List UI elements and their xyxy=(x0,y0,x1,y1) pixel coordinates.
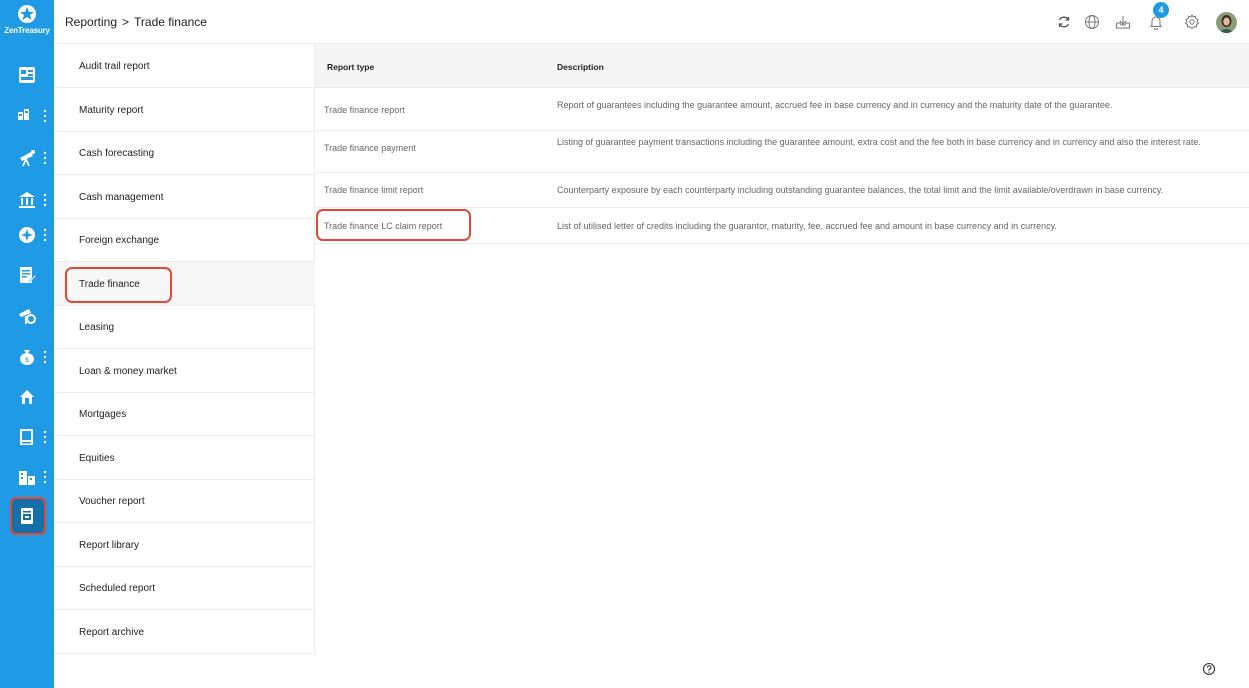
rail-item-cash-forecasting[interactable] xyxy=(0,141,54,175)
menu-item-label: Maturity report xyxy=(79,105,144,116)
report-type-cell[interactable]: Trade finance report xyxy=(324,105,405,115)
rail-item-loans[interactable]: $ xyxy=(0,340,54,374)
language-button[interactable] xyxy=(1082,12,1102,32)
rail-item-foreign-exchange[interactable] xyxy=(0,218,54,252)
description-cell: List of utilised letter of credits inclu… xyxy=(557,221,1057,231)
property-icon xyxy=(20,390,34,404)
menu-item-voucher-report[interactable]: Voucher report xyxy=(54,479,315,523)
menu-item-label: Voucher report xyxy=(79,496,145,507)
rail-item-mortgages[interactable] xyxy=(0,380,54,414)
reporting-submenu: Audit trail report Maturity report Cash … xyxy=(54,44,315,654)
ledger-icon xyxy=(20,429,33,445)
menu-item-equities[interactable]: Equities xyxy=(54,436,315,480)
trade-icon xyxy=(19,309,36,324)
column-header-report-type: Report type xyxy=(327,62,375,72)
menu-item-scheduled-report[interactable]: Scheduled report xyxy=(54,566,315,610)
avatar-image-icon xyxy=(1216,12,1237,33)
breadcrumb-reporting[interactable]: Reporting xyxy=(65,15,117,29)
more-options-icon[interactable] xyxy=(43,227,47,243)
document-edit-icon xyxy=(20,267,37,283)
table-row[interactable]: Trade finance LC claim report List of ut… xyxy=(315,208,1249,244)
svg-text:$: $ xyxy=(25,356,29,364)
menu-item-label: Mortgages xyxy=(79,409,127,420)
rail-item-trade-finance[interactable] xyxy=(0,258,54,292)
more-options-icon[interactable] xyxy=(43,349,47,365)
rail-item-companies[interactable] xyxy=(0,460,54,494)
money-bag-icon: $ xyxy=(20,350,34,365)
breadcrumb: Reporting > Trade finance xyxy=(65,15,207,29)
description-cell: Report of guarantees including the guara… xyxy=(557,100,1113,110)
settings-button[interactable] xyxy=(1182,12,1202,32)
menu-item-trade-finance[interactable]: Trade finance xyxy=(54,262,315,306)
notification-count-badge: 4 xyxy=(1153,2,1169,18)
globe-icon xyxy=(1085,15,1099,29)
column-header-description: Description xyxy=(557,62,604,72)
menu-item-loan-money-market[interactable]: Loan & money market xyxy=(54,349,315,393)
menu-item-label: Report archive xyxy=(79,627,145,638)
zentreasury-logo-icon xyxy=(18,5,36,23)
more-options-icon[interactable] xyxy=(43,108,47,124)
top-header: Reporting > Trade finance 4 xyxy=(54,0,1249,44)
menu-item-label: Foreign exchange xyxy=(79,235,160,246)
left-navigation-rail: ZenTreasury $ xyxy=(0,0,54,688)
menu-item-label: Scheduled report xyxy=(79,583,156,594)
menu-item-label: Audit trail report xyxy=(79,61,150,72)
refresh-icon xyxy=(1058,16,1070,28)
menu-item-label: Trade finance xyxy=(79,279,140,290)
table-row[interactable]: Trade finance payment Listing of guarant… xyxy=(315,131,1249,173)
rail-item-cash-management[interactable] xyxy=(0,183,54,217)
reporting-icon xyxy=(21,508,33,524)
report-type-cell[interactable]: Trade finance LC claim report xyxy=(324,221,442,231)
menu-item-cash-forecasting[interactable]: Cash forecasting xyxy=(54,131,315,175)
more-options-icon[interactable] xyxy=(43,192,47,208)
rail-item-accounts[interactable] xyxy=(0,99,54,133)
menu-item-cash-management[interactable]: Cash management xyxy=(54,175,315,219)
menu-item-label: Leasing xyxy=(79,322,115,333)
breadcrumb-separator: > xyxy=(122,15,130,29)
table-row[interactable]: Trade finance report Report of guarantee… xyxy=(315,88,1249,131)
menu-item-label: Cash forecasting xyxy=(79,148,155,159)
table-row[interactable]: Trade finance limit report Counterparty … xyxy=(315,173,1249,208)
menu-item-label: Loan & money market xyxy=(79,366,177,377)
user-avatar[interactable] xyxy=(1216,12,1237,33)
menu-item-label: Cash management xyxy=(79,192,164,203)
refresh-button[interactable] xyxy=(1054,12,1074,32)
menu-item-report-library[interactable]: Report library xyxy=(54,523,315,567)
gear-icon xyxy=(1184,14,1200,30)
table-header-row: Report type Description xyxy=(315,44,1249,88)
buildings-icon xyxy=(19,471,35,485)
brand-name: ZenTreasury xyxy=(4,26,50,35)
rail-item-reporting[interactable] xyxy=(0,497,54,535)
menu-item-report-archive[interactable]: Report archive xyxy=(54,610,315,654)
report-type-cell[interactable]: Trade finance payment xyxy=(324,143,416,153)
menu-item-mortgages[interactable]: Mortgages xyxy=(54,392,315,436)
rail-item-equities[interactable] xyxy=(0,420,54,454)
forecast-telescope-icon xyxy=(20,150,35,167)
description-cell: Counterparty exposure by each counterpar… xyxy=(557,185,1164,195)
more-options-icon[interactable] xyxy=(43,429,47,445)
bank-icon xyxy=(19,192,35,208)
menu-item-maturity-report[interactable]: Maturity report xyxy=(54,88,315,132)
more-options-icon[interactable] xyxy=(43,469,47,485)
brand-logo[interactable]: ZenTreasury xyxy=(0,4,54,35)
download-tray-icon xyxy=(1116,16,1130,29)
report-type-cell[interactable]: Trade finance limit report xyxy=(324,185,423,195)
menu-item-leasing[interactable]: Leasing xyxy=(54,305,315,349)
description-cell: Listing of guarantee payment transaction… xyxy=(557,137,1201,147)
downloads-button[interactable] xyxy=(1113,12,1133,32)
menu-item-foreign-exchange[interactable]: Foreign exchange xyxy=(54,218,315,262)
help-question-icon xyxy=(1202,662,1216,676)
breadcrumb-trade-finance: Trade finance xyxy=(134,15,207,29)
help-button[interactable] xyxy=(1202,662,1216,676)
menu-item-audit-trail-report[interactable]: Audit trail report xyxy=(54,44,315,88)
navigation-icon xyxy=(19,227,35,243)
accounts-icon xyxy=(18,109,29,120)
more-options-icon[interactable] xyxy=(43,150,47,166)
rail-item-dashboard[interactable] xyxy=(0,58,54,92)
menu-item-label: Report library xyxy=(79,540,140,551)
dashboard-icon xyxy=(19,67,35,83)
menu-item-label: Equities xyxy=(79,453,115,464)
rail-item-leasing[interactable] xyxy=(0,299,54,333)
